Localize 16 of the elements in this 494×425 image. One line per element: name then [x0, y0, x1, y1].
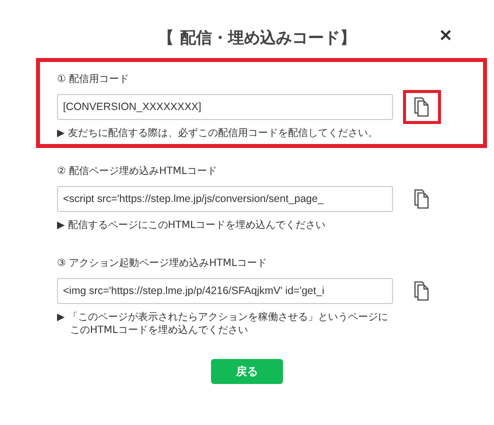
dialog-title: 【 配信・埋め込みコード】 — [158, 28, 356, 49]
copy-button[interactable] — [403, 90, 441, 124]
code-field[interactable]: <script src='https://step.lme.jp/js/conversion/sent_page_ — [57, 186, 393, 212]
code-field[interactable]: [CONVERSION_XXXXXXXX] — [57, 94, 393, 120]
copy-icon — [414, 97, 430, 117]
copy-icon — [414, 281, 430, 301]
field-label: ③ アクション起動ページ埋め込みHTMLコード — [57, 256, 268, 270]
hint-text: このHTMLコードを埋め込んでください — [69, 324, 249, 337]
field-label: ① 配信用コード — [57, 73, 130, 86]
close-button[interactable]: ✕ — [439, 26, 452, 46]
hint-text: ▶ 配信するページにこのHTMLコードを埋め込んでください — [57, 219, 327, 232]
field-label: ② 配信ページ埋め込みHTMLコード — [57, 164, 218, 178]
hint-text: ▶ 「このページが表示されたらアクションを稼働させる」というページに — [57, 311, 389, 324]
hint-text: ▶ 友だちに配信する際は、必ずこの配信用コードを配信してください。 — [57, 127, 379, 140]
code-field[interactable]: <img src='https://step.lme.jp/p/4216/SFAqjkmV' id='get_i — [57, 278, 393, 304]
copy-icon — [414, 189, 430, 209]
